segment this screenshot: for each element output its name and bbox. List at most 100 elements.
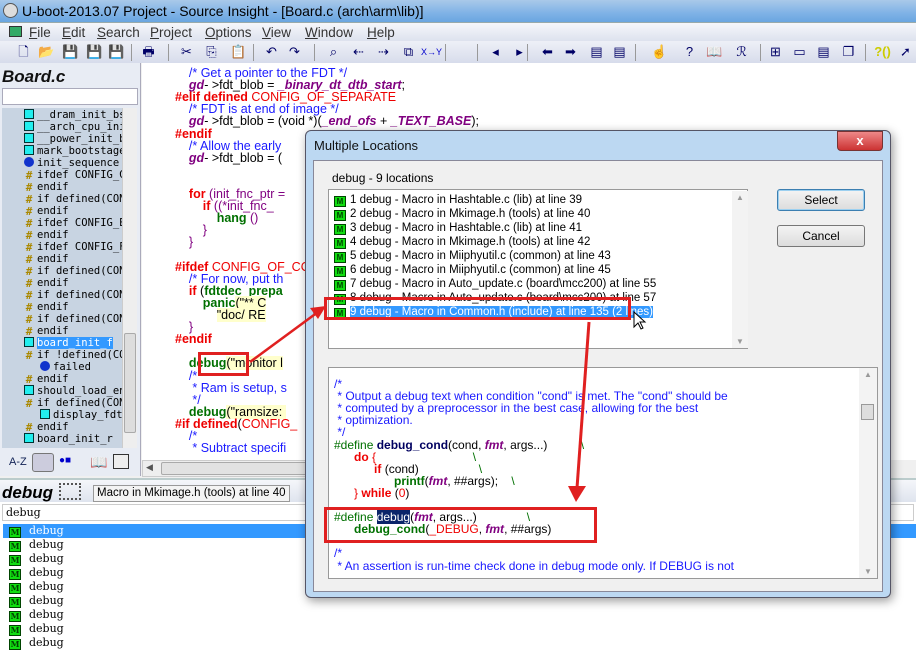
relation-list-item[interactable]: Mdebug [3,622,916,636]
symbol-tree-item[interactable]: should_load_en [24,385,122,397]
menu-window[interactable]: Window [305,25,353,40]
copy-icon[interactable]: ⎘ [203,44,220,60]
scroll-thumb[interactable] [861,404,874,420]
browse-relations-icon[interactable]: ℛ [733,44,750,60]
new-file-icon[interactable]: 🗋 [15,44,32,60]
save-icon[interactable]: 💾 [62,44,79,60]
save-as-icon[interactable]: 💾 [86,44,103,60]
find-icon[interactable]: ⌕ [325,44,342,60]
preprocessor-icon: # [25,229,33,242]
save-all-icon[interactable]: 💾 [108,44,125,60]
menu-edit[interactable]: Edit [62,25,85,40]
menu-project[interactable]: Project [150,25,192,40]
symbol-tree-item[interactable]: __dram_init_bs [24,109,122,121]
symbol-tree-item[interactable]: # endif [24,181,69,193]
menu-options[interactable]: Options [205,25,252,40]
symbol-types-icon[interactable]: ●■ [59,455,75,471]
open-icon[interactable]: 📂 [38,44,55,60]
context-help-icon[interactable]: ➚ [897,44,914,60]
code-token: #endif [175,332,212,347]
paste-icon[interactable]: 📋 [230,44,247,60]
relation-list-item[interactable]: Mdebug [3,636,916,650]
print-icon[interactable]: 🖶 [140,44,157,60]
find-prev-icon[interactable]: ⇠ [350,44,367,60]
location-list-item[interactable]: M 3 debug - Macro in Hashtable.c (lib) at… [333,221,731,235]
relation-list-item[interactable]: Mdebug [3,608,916,622]
symbol-tree-scrollbar[interactable] [122,108,137,448]
select-button[interactable]: Select [777,189,865,211]
editor-horizontal-scrollbar[interactable]: ◀ [142,460,312,477]
symbol-tree-item[interactable]: # if defined(CON [24,193,122,205]
location-list-item[interactable]: M 4 debug - Macro in Mkimage.h (tools) at… [333,235,731,249]
location-list-item[interactable]: M 2 debug - Macro in Mkimage.h (tools) at… [333,207,731,221]
symbol-tree-item[interactable]: # endif [24,277,69,289]
symbol-tree-item[interactable]: failed [40,361,91,373]
menu-file[interactable]: File [29,25,51,40]
forward-icon[interactable]: ➡ [562,44,579,60]
location-list-item[interactable]: M 6 debug - Macro in Miiphyutil.c (common… [333,263,731,277]
symbol-tree-item[interactable]: # ifdef CONFIG_F [24,241,122,253]
find-in-files-icon[interactable]: ⧉ [400,44,417,60]
clipboard-icon[interactable] [113,454,129,469]
one-window-icon[interactable]: ▭ [791,44,808,60]
symbol-tree-item[interactable]: # endif [24,325,69,337]
location-list-scrollbar[interactable]: ▲ ▼ [732,191,748,348]
location-list-item[interactable]: M 5 debug - Macro in Miiphyutil.c (common… [333,249,731,263]
redo-icon[interactable]: ↷ [286,44,303,60]
symbol-tree-item[interactable]: # ifdef CONFIG_C [24,169,122,181]
symbol-tree-item[interactable]: # ifdef CONFIG_E [24,217,122,229]
find-next-icon[interactable]: ⇢ [375,44,392,60]
cut-icon[interactable]: ✂ [178,44,195,60]
symbol-tree-item[interactable]: mark_bootstage [24,145,122,157]
relation-graph-icon[interactable] [59,483,81,500]
symbol-tree-item[interactable]: # endif [24,253,69,265]
back-icon[interactable]: ⬅ [539,44,556,60]
symbol-tree-item[interactable]: __arch_cpu_ini [24,121,122,133]
symbol-tree-item[interactable]: # endif [24,421,69,433]
symbol-info-icon[interactable]: ? [681,44,698,60]
cascade-icon[interactable]: ❐ [840,44,857,60]
symbol-tree-item[interactable]: init_sequence [24,157,119,169]
location-list-item[interactable]: M 1 debug - Macro in Hashtable.c (lib) at… [333,193,731,207]
menu-help[interactable]: Help [367,25,395,40]
symbol-search-input[interactable] [2,88,138,105]
menu-search[interactable]: Search [97,25,140,40]
symbol-tree-item[interactable]: display_fdt [40,409,122,421]
symbol-tree-item[interactable]: # endif [24,229,69,241]
help-symbol-icon[interactable]: ?() [874,44,891,60]
next-block-icon[interactable]: ▤ [611,44,628,60]
symbol-tree-item[interactable]: # if defined(CON [24,265,122,277]
reference-icon[interactable]: 📖 [706,44,723,60]
close-button[interactable]: x [837,131,883,151]
bookmark-back-icon[interactable]: ◂ [487,44,504,60]
code-token: _end_ofs [321,114,377,129]
book-icon[interactable]: 📖 [90,454,107,471]
replace-icon[interactable]: X→Y [421,44,442,60]
symbol-tree-item[interactable]: # if !defined(CO [24,349,122,361]
symbol-tree-item[interactable]: # endif [24,373,69,385]
jump-to-definition-icon[interactable]: ☝ [651,44,668,60]
symbol-tree-item[interactable]: # if defined(CON [24,289,122,301]
prev-block-icon[interactable]: ▤ [588,44,605,60]
bookmark-forward-icon[interactable]: ▸ [511,44,528,60]
preprocessor-icon: # [25,289,33,302]
sort-az-button[interactable]: A-Z [9,456,27,468]
symbol-tree-item[interactable]: # if defined(CON [24,313,122,325]
split-icon[interactable]: ▤ [815,44,832,60]
symbol-tree-item[interactable]: board_init_r [24,433,113,445]
symbol-tree-item[interactable]: # if defined(CON [24,397,122,409]
tile-icon[interactable]: ⊞ [767,44,784,60]
symbol-tree-item[interactable]: # endif [24,301,69,313]
symbol-tree-item[interactable]: board_init_f [24,337,113,349]
preview-scrollbar[interactable]: ▲ ▼ [859,368,877,578]
scroll-thumb[interactable] [124,333,136,433]
location-list-item[interactable]: M 7 debug - Macro in Auto_update.c (board… [333,277,731,291]
symbol-tree-item[interactable]: # endif [24,205,69,217]
symbol-tree-item[interactable]: __power_init_b [24,133,122,145]
undo-icon[interactable]: ↶ [263,44,280,60]
function-icon [24,385,34,395]
cancel-button[interactable]: Cancel [777,225,865,247]
sort-category-button[interactable] [32,453,54,472]
system-menu-icon[interactable] [9,26,22,37]
menu-view[interactable]: View [262,25,291,40]
